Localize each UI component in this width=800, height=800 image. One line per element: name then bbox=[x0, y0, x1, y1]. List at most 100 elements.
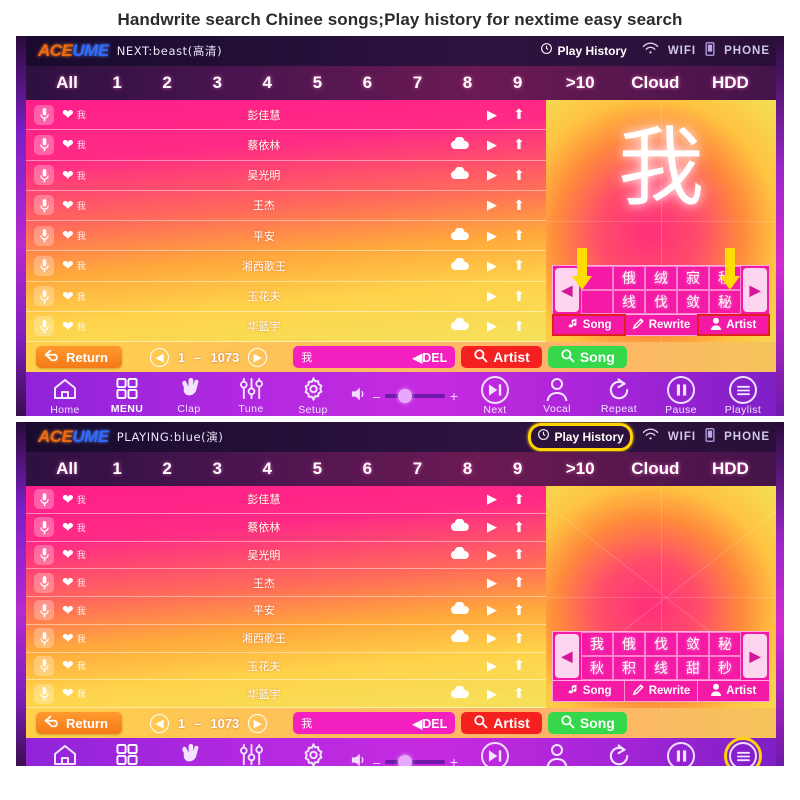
favorite-heart-icon[interactable]: ❤ bbox=[62, 167, 74, 184]
nav-setup[interactable]: Setup bbox=[282, 742, 344, 766]
tab-6[interactable]: 6 bbox=[342, 73, 392, 93]
tab-4[interactable]: 4 bbox=[242, 73, 292, 93]
tab-all[interactable]: All bbox=[42, 73, 92, 93]
table-row[interactable]: ❤ 我 华蓝宇 ▶ ⬆ bbox=[26, 312, 546, 342]
volume-slider-knob[interactable] bbox=[398, 389, 413, 403]
candidate-character[interactable]: 积 bbox=[613, 656, 645, 680]
volume-minus[interactable]: – bbox=[373, 755, 380, 767]
play-button[interactable]: ▶ bbox=[478, 519, 506, 535]
table-row[interactable]: ❤ 我 彭佳慧 ▶ ⬆ bbox=[26, 100, 546, 131]
nav-playlist[interactable]: Playlist bbox=[712, 737, 774, 766]
tab-6[interactable]: 6 bbox=[342, 459, 392, 479]
tab-over-10[interactable]: >10 bbox=[543, 73, 618, 93]
candidate-character[interactable] bbox=[581, 290, 613, 314]
tab-8[interactable]: 8 bbox=[443, 73, 493, 93]
move-up-button[interactable]: ⬆ bbox=[506, 106, 532, 123]
search-song-button[interactable]: Song bbox=[547, 712, 627, 734]
nav-repeat[interactable]: Repeat bbox=[588, 377, 650, 415]
table-row[interactable]: ❤ 我 玉花夫 ▶ ⬆ bbox=[26, 653, 546, 681]
nav-clap[interactable]: Clap bbox=[158, 743, 220, 766]
candidate-character[interactable]: 秘 bbox=[709, 632, 741, 656]
tab-1[interactable]: 1 bbox=[92, 459, 142, 479]
play-button[interactable]: ▶ bbox=[478, 167, 506, 183]
nav-vocal[interactable]: Vocal bbox=[526, 743, 588, 766]
nav-home[interactable]: Home bbox=[34, 743, 96, 767]
search-artist-button[interactable]: Artist bbox=[461, 712, 542, 734]
search-artist-button[interactable]: Artist bbox=[461, 346, 542, 368]
candidate-character[interactable]: 伐 bbox=[645, 290, 677, 314]
play-button[interactable]: ▶ bbox=[478, 107, 506, 123]
prev-page-button[interactable]: ◀ bbox=[149, 713, 169, 733]
play-button[interactable]: ▶ bbox=[478, 258, 506, 274]
tab-over-10[interactable]: >10 bbox=[543, 459, 618, 479]
candidates-prev-button[interactable]: ◀ bbox=[555, 634, 579, 678]
move-up-button[interactable]: ⬆ bbox=[506, 574, 532, 591]
mode-button-artist[interactable]: Artist bbox=[696, 314, 770, 336]
candidate-character[interactable]: 寂 bbox=[677, 266, 709, 290]
table-row[interactable]: ❤ 我 华蓝宇 ▶ ⬆ bbox=[26, 680, 546, 708]
handwriting-pane[interactable]: ◀ 我俄伐敛秘秋积线甜秒 ▶ Song Rewrite Artist bbox=[546, 486, 776, 708]
move-up-button[interactable]: ⬆ bbox=[506, 136, 532, 153]
candidates-next-button[interactable]: ▶ bbox=[743, 268, 767, 312]
microphone-icon[interactable] bbox=[34, 655, 54, 676]
favorite-heart-icon[interactable]: ❤ bbox=[62, 491, 74, 508]
volume-slider-track[interactable] bbox=[385, 389, 445, 403]
mode-button-artist[interactable]: Artist bbox=[698, 681, 769, 701]
prev-page-button[interactable]: ◀ bbox=[149, 347, 169, 367]
tab-hdd[interactable]: HDD bbox=[693, 73, 768, 93]
favorite-heart-icon[interactable]: ❤ bbox=[62, 685, 74, 702]
candidate-character[interactable]: 伐 bbox=[645, 632, 677, 656]
candidates-next-button[interactable]: ▶ bbox=[743, 634, 767, 678]
candidate-character[interactable]: 敛 bbox=[677, 632, 709, 656]
play-history-button[interactable]: Play History bbox=[528, 423, 633, 451]
volume-control[interactable]: – + bbox=[344, 386, 464, 407]
nav-playlist[interactable]: Playlist bbox=[712, 376, 774, 416]
table-row[interactable]: ❤ 我 蔡依林 ▶ ⬆ bbox=[26, 514, 546, 542]
move-up-button[interactable]: ⬆ bbox=[506, 630, 532, 647]
nav-clap[interactable]: Clap bbox=[158, 377, 220, 415]
tab-7[interactable]: 7 bbox=[392, 459, 442, 479]
play-button[interactable]: ▶ bbox=[478, 630, 506, 646]
move-up-button[interactable]: ⬆ bbox=[506, 288, 532, 305]
microphone-icon[interactable] bbox=[34, 572, 54, 593]
nav-next[interactable]: Next bbox=[464, 376, 526, 416]
return-button[interactable]: Return bbox=[36, 346, 122, 368]
play-button[interactable]: ▶ bbox=[478, 658, 506, 674]
play-button[interactable]: ▶ bbox=[478, 547, 506, 563]
volume-minus[interactable]: – bbox=[373, 389, 380, 404]
nav-pause[interactable]: Pause bbox=[650, 742, 712, 766]
play-button[interactable]: ▶ bbox=[478, 491, 506, 507]
favorite-heart-icon[interactable]: ❤ bbox=[62, 519, 74, 536]
delete-button[interactable]: ◀DEL bbox=[413, 716, 448, 731]
nav-repeat[interactable]: Repeat bbox=[588, 743, 650, 766]
volume-plus[interactable]: + bbox=[450, 754, 458, 766]
tab-2[interactable]: 2 bbox=[142, 459, 192, 479]
volume-plus[interactable]: + bbox=[450, 388, 458, 404]
microphone-icon[interactable] bbox=[34, 628, 54, 649]
favorite-heart-icon[interactable]: ❤ bbox=[62, 257, 74, 274]
volume-slider-track[interactable] bbox=[385, 755, 445, 766]
tab-all[interactable]: All bbox=[42, 459, 92, 479]
candidate-character[interactable]: 秘 bbox=[709, 290, 741, 314]
favorite-heart-icon[interactable]: ❤ bbox=[62, 106, 74, 123]
tab-3[interactable]: 3 bbox=[192, 73, 242, 93]
candidate-character[interactable]: 俄 bbox=[613, 632, 645, 656]
tab-cloud[interactable]: Cloud bbox=[618, 73, 693, 93]
table-row[interactable]: ❤ 我 王杰 ▶ ⬆ bbox=[26, 569, 546, 597]
nav-home[interactable]: Home bbox=[34, 377, 96, 416]
play-button[interactable]: ▶ bbox=[478, 575, 506, 591]
move-up-button[interactable]: ⬆ bbox=[506, 318, 532, 335]
tab-5[interactable]: 5 bbox=[292, 73, 342, 93]
play-button[interactable]: ▶ bbox=[478, 602, 506, 618]
move-up-button[interactable]: ⬆ bbox=[506, 257, 532, 274]
play-button[interactable]: ▶ bbox=[478, 137, 506, 153]
candidate-character[interactable]: 绒 bbox=[645, 266, 677, 290]
table-row[interactable]: ❤ 我 蔡依林 ▶ ⬆ bbox=[26, 130, 546, 161]
favorite-heart-icon[interactable]: ❤ bbox=[62, 197, 74, 214]
microphone-icon[interactable] bbox=[34, 165, 54, 186]
microphone-icon[interactable] bbox=[34, 544, 54, 565]
nav-pause[interactable]: Pause bbox=[650, 376, 712, 416]
candidate-character[interactable]: 线 bbox=[613, 290, 645, 314]
tab-hdd[interactable]: HDD bbox=[693, 459, 768, 479]
table-row[interactable]: ❤ 我 平安 ▶ ⬆ bbox=[26, 221, 546, 252]
